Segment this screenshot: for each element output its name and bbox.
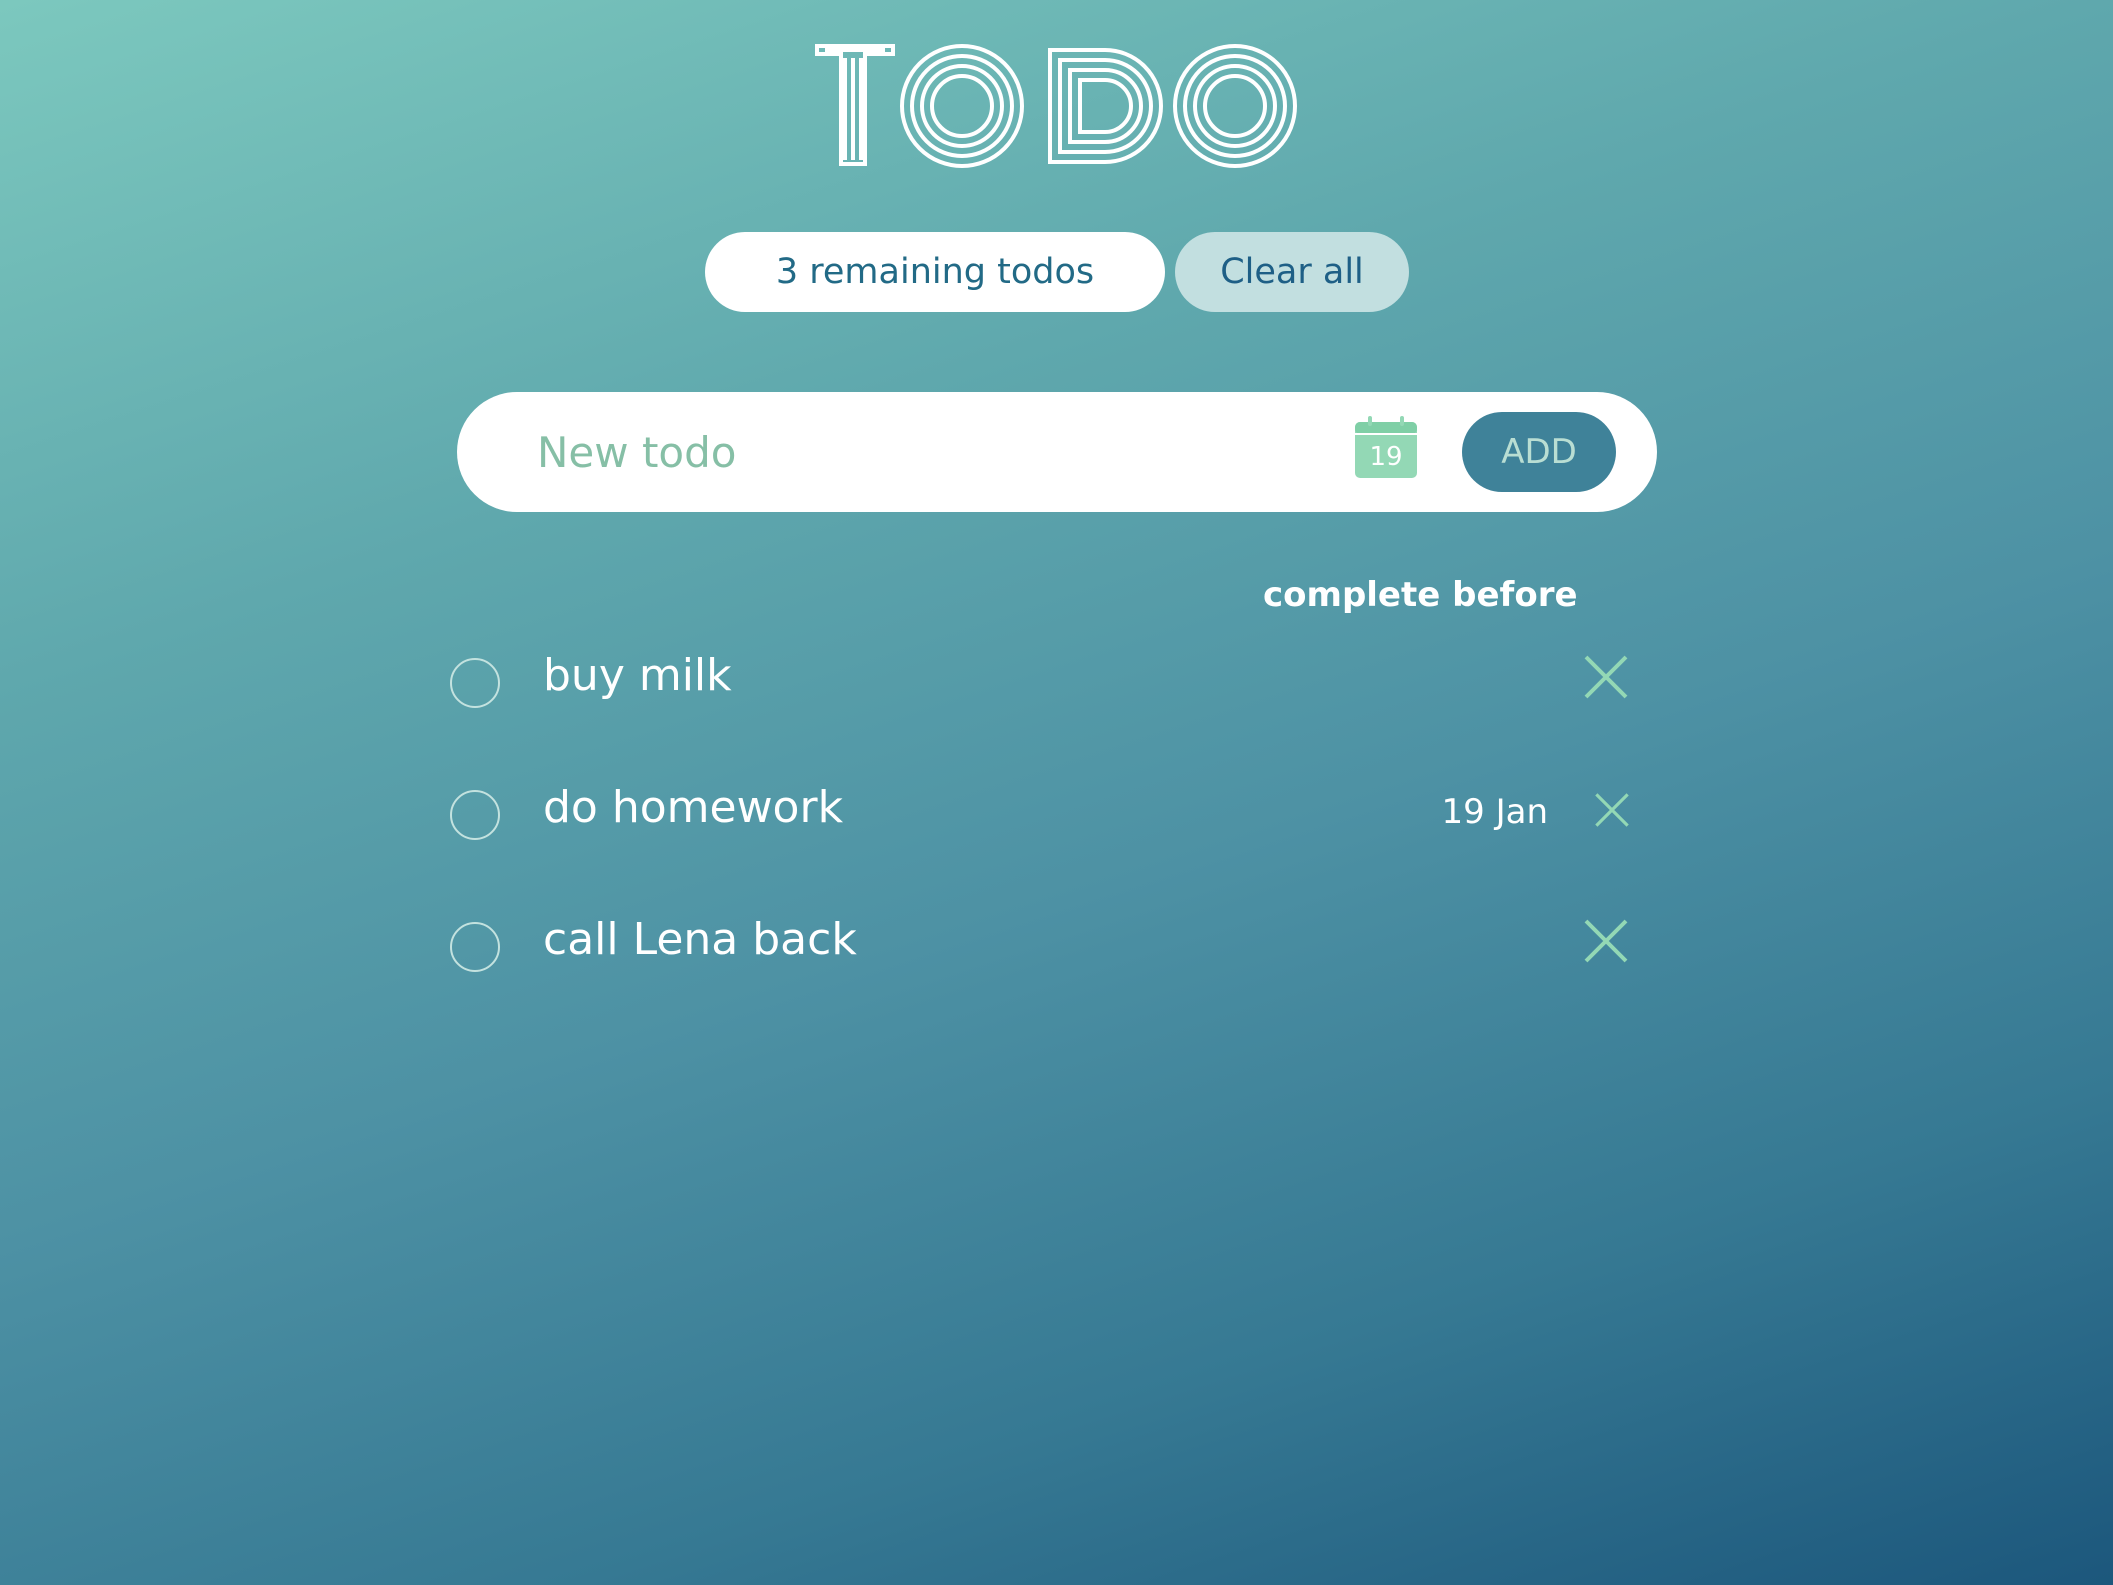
add-button[interactable]: ADD (1462, 412, 1616, 492)
todo-text: do homework (543, 782, 844, 833)
close-icon[interactable] (1583, 654, 1629, 700)
todo-due-date: 19 Jan (1441, 792, 1548, 832)
calendar-icon[interactable]: 19 (1355, 416, 1417, 478)
todo-item: do homework 19 Jan (450, 772, 1650, 852)
todo-checkbox[interactable] (450, 922, 500, 972)
todo-item: buy milk (450, 640, 1650, 720)
todo-checkbox[interactable] (450, 658, 500, 708)
todo-checkbox[interactable] (450, 790, 500, 840)
calendar-day: 19 (1369, 442, 1402, 472)
clear-all-button[interactable]: Clear all (1175, 232, 1409, 312)
todo-item: call Lena back (450, 904, 1650, 984)
todo-logo (815, 44, 1297, 168)
todo-text: call Lena back (543, 914, 857, 965)
new-todo-bar: 19 ADD (457, 392, 1657, 512)
close-icon[interactable] (1594, 792, 1630, 828)
new-todo-input[interactable] (537, 412, 1397, 492)
complete-before-header: complete before (1263, 575, 1578, 615)
remaining-todos-count: 3 remaining todos (705, 232, 1165, 312)
close-icon[interactable] (1583, 918, 1629, 964)
todo-text: buy milk (543, 650, 732, 701)
